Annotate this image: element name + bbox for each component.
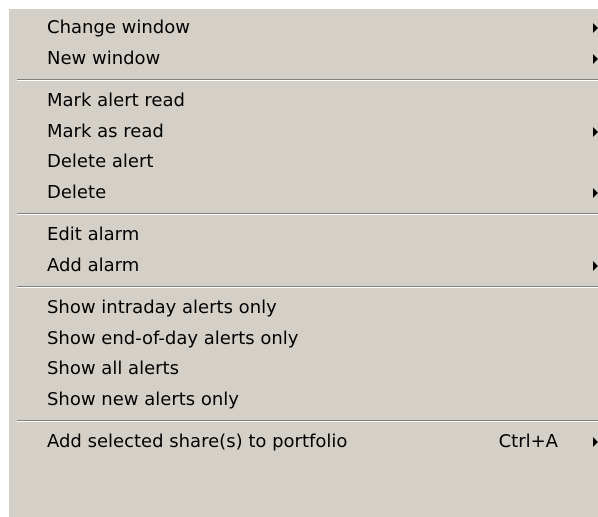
menu-item-label: Edit alarm bbox=[47, 224, 140, 245]
menu-item-label: Mark alert read bbox=[47, 90, 185, 111]
menu-item-new-window[interactable]: New window bbox=[9, 44, 598, 75]
menu-item-shortcut: Ctrl+A bbox=[498, 431, 558, 452]
menu-item-label: Show end-of-day alerts only bbox=[47, 327, 299, 349]
menu-item-label: Show intraday alerts only bbox=[47, 297, 277, 318]
submenu-arrow-icon bbox=[593, 187, 598, 198]
submenu-arrow-icon bbox=[593, 53, 598, 64]
menu-item-label: Delete bbox=[47, 181, 107, 203]
menu-item-label: Change window bbox=[47, 17, 190, 38]
menu-item-show-new-alerts[interactable]: Show new alerts only bbox=[9, 385, 598, 416]
submenu-arrow-icon bbox=[593, 126, 598, 137]
menu-item-show-all-alerts[interactable]: Show all alerts bbox=[9, 354, 598, 385]
menu-item-label: Add alarm bbox=[47, 254, 140, 276]
menu-item-edit-alarm[interactable]: Edit alarm bbox=[9, 220, 598, 251]
menu-item-label: Show new alerts only bbox=[47, 388, 239, 410]
menu-item-delete[interactable]: Delete bbox=[9, 178, 598, 209]
menu-item-show-intraday-alerts[interactable]: Show intraday alerts only bbox=[9, 293, 598, 324]
menu-item-add-to-portfolio[interactable]: Add selected share(s) to portfolio Ctrl+… bbox=[9, 427, 598, 458]
menu-group-read-delete: Mark alert read Mark as read Delete aler… bbox=[9, 81, 598, 213]
menu-item-add-alarm[interactable]: Add alarm bbox=[9, 251, 598, 282]
menu-group-window: Change window New window bbox=[9, 9, 598, 79]
menu-item-label: Show all alerts bbox=[47, 358, 179, 379]
submenu-arrow-icon bbox=[593, 437, 598, 448]
menu-group-filter: Show intraday alerts only Show end-of-da… bbox=[9, 288, 598, 420]
menu-group-portfolio: Add selected share(s) to portfolio Ctrl+… bbox=[9, 422, 598, 463]
submenu-arrow-icon bbox=[593, 260, 598, 271]
menu-item-label: Mark as read bbox=[47, 120, 164, 142]
menu-item-change-window[interactable]: Change window bbox=[9, 13, 598, 44]
menu-group-alarm: Edit alarm Add alarm bbox=[9, 215, 598, 286]
menu-item-show-end-of-day-alerts[interactable]: Show end-of-day alerts only bbox=[9, 324, 598, 355]
submenu-arrow-icon bbox=[593, 23, 598, 34]
menu-item-mark-as-read[interactable]: Mark as read bbox=[9, 117, 598, 148]
menu-item-label: Delete alert bbox=[47, 151, 154, 172]
menu-item-label: Add selected share(s) to portfolio bbox=[47, 431, 348, 452]
menu-item-delete-alert[interactable]: Delete alert bbox=[9, 147, 598, 178]
context-menu: Change window New window Mark alert read… bbox=[8, 8, 598, 517]
menu-item-label: New window bbox=[47, 47, 161, 69]
menu-item-mark-alert-read[interactable]: Mark alert read bbox=[9, 86, 598, 117]
